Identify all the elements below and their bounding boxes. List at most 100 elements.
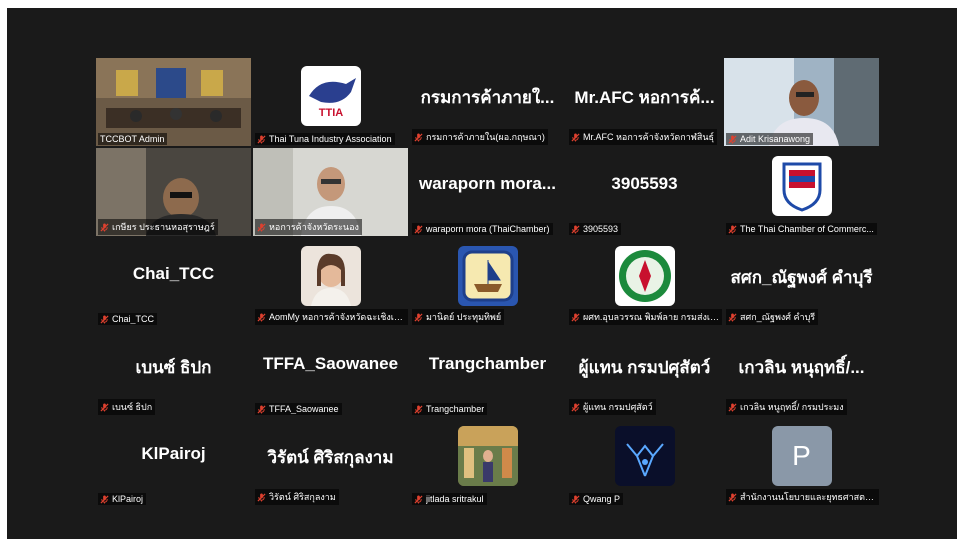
- muted-microphone-icon: [100, 222, 109, 232]
- participant-name-text: TFFA_Saowanee: [269, 404, 339, 414]
- svg-text:TTIA: TTIA: [318, 107, 342, 119]
- avatar-initial: P: [771, 426, 832, 486]
- muted-microphone-icon: [571, 312, 580, 322]
- participant-tile[interactable]: ผศท.อุบลวรรณ พิมพ์ลาย กรมส่งเสริ...: [567, 238, 722, 326]
- participant-tile[interactable]: ผู้แทน กรมปศุสัตว์ ผู้แทน กรมปศุสัตว์: [567, 328, 722, 416]
- muted-microphone-icon: [414, 404, 423, 414]
- participant-display-name: เกวลิน หนุฤทธิ์/...: [738, 358, 865, 377]
- participant-display-name: วิรัตน์ ศิริสกุลงาม: [267, 448, 394, 467]
- participant-tile[interactable]: TTIA Thai Tuna Industry Association: [253, 58, 408, 146]
- participant-tile[interactable]: 3905593 3905593: [567, 148, 722, 236]
- muted-microphone-icon: [414, 494, 423, 504]
- participant-tile[interactable]: Chai_TCC Chai_TCC: [96, 238, 251, 326]
- participant-name-text: Qwang P: [583, 494, 621, 504]
- participant-name-text: waraporn mora (ThaiChamber): [426, 224, 550, 234]
- green-seal-logo-icon: [614, 246, 675, 306]
- participant-tile[interactable]: waraporn mora... waraporn mora (ThaiChamb…: [410, 148, 565, 236]
- participant-name-text: jitlada sritrakul: [426, 494, 484, 504]
- muted-microphone-icon: [257, 134, 266, 144]
- participant-name-label: Adit Krisanawong: [726, 133, 814, 145]
- participant-name-label: TCCBOT Admin: [98, 133, 168, 145]
- participant-name-label: สศก_ณัฐพงศ์ คำบุรี: [726, 309, 819, 325]
- muted-microphone-icon: [100, 314, 109, 324]
- participant-tile[interactable]: เกษียร ประธานหอสุราษฎร์: [96, 148, 251, 236]
- participant-name-label: jitlada sritrakul: [412, 493, 487, 505]
- participant-name-text: Trangchamber: [426, 404, 485, 414]
- participant-name-label: ผศท.อุบลวรรณ พิมพ์ลาย กรมส่งเสริ...: [569, 309, 722, 325]
- participant-name-label: ผู้แทน กรมปศุสัตว์: [569, 399, 656, 415]
- muted-microphone-icon: [571, 494, 580, 504]
- participant-tile[interactable]: สศก_ณัฐพงศ์ คำบุรี สศก_ณัฐพงศ์ คำบุรี: [724, 238, 879, 326]
- muted-microphone-icon: [414, 132, 423, 142]
- participant-display-name: Mr.AFC หอการค้...: [574, 88, 715, 107]
- muted-microphone-icon: [728, 224, 737, 234]
- participant-name-text: The Thai Chamber of Commerc...: [740, 224, 874, 234]
- participant-tile[interactable]: Mr.AFC หอการค้... Mr.AFC หอการค้าจังหวัดก…: [567, 58, 722, 146]
- participant-tile[interactable]: TFFA_Saowanee TFFA_Saowanee: [253, 328, 408, 416]
- participant-tile[interactable]: P สำนักงานนโยบายและยุทธศาสตร์การ...: [724, 418, 879, 506]
- participant-name-text: Thai Tuna Industry Association: [269, 134, 392, 144]
- participant-tile[interactable]: AomMy หอการค้าจังหวัดฉะเชิงเทรา: [253, 238, 408, 326]
- participant-name-text: Adit Krisanawong: [740, 134, 811, 144]
- muted-microphone-icon: [257, 222, 266, 232]
- muted-microphone-icon: [257, 492, 266, 502]
- participant-name-label: Qwang P: [569, 493, 624, 505]
- participant-name-text: มานิตย์ ประทุมทิพย์: [426, 312, 502, 322]
- muted-microphone-icon: [571, 132, 580, 142]
- meeting-gallery: TCCBOT Admin TTIA Thai Tuna Industry Assoc…: [7, 8, 957, 539]
- participant-name-label: 3905593: [569, 223, 622, 235]
- participant-name-label: KlPairoj: [98, 493, 147, 505]
- participant-tile[interactable]: KlPairoj KlPairoj: [96, 418, 251, 506]
- participant-tile[interactable]: The Thai Chamber of Commerc...: [724, 148, 879, 236]
- muted-microphone-icon: [728, 312, 737, 322]
- participant-display-name: TFFA_Saowanee: [262, 354, 399, 373]
- stag-logo-icon: [614, 426, 675, 486]
- participant-tile[interactable]: เกวลิน หนุฤทธิ์/... เกวลิน หนูฤทธิ์/ กรมป…: [724, 328, 879, 416]
- participant-name-label: หอการค้าจังหวัดระนอง: [255, 219, 362, 235]
- participant-name-label: เบนซ์ ธิปก: [98, 399, 156, 415]
- participant-name-text: เกวลิน หนูฤทธิ์/ กรมประมง: [740, 402, 844, 412]
- participant-name-label: สำนักงานนโยบายและยุทธศาสตร์การ...: [726, 489, 879, 505]
- participant-tile[interactable]: jitlada sritrakul: [410, 418, 565, 506]
- participant-display-name: สศก_ณัฐพงศ์ คำบุรี: [730, 268, 873, 287]
- participant-display-name: เบนซ์ ธิปก: [135, 358, 212, 377]
- participant-name-text: AomMy หอการค้าจังหวัดฉะเชิงเทรา: [269, 312, 407, 322]
- participant-name-label: Trangchamber: [412, 403, 488, 415]
- participant-name-text: ผศท.อุบลวรรณ พิมพ์ลาย กรมส่งเสริ...: [583, 312, 721, 322]
- participant-name-label: waraporn mora (ThaiChamber): [412, 223, 553, 235]
- participant-name-text: วิรัตน์ ศิริสกุลงาม: [269, 492, 336, 502]
- participant-name-text: TCCBOT Admin: [100, 134, 165, 144]
- participant-name-text: หอการค้าจังหวัดระนอง: [269, 222, 359, 232]
- participant-name-label: เกษียร ประธานหอสุราษฎร์: [98, 219, 218, 235]
- participant-display-name: Trangchamber: [428, 354, 547, 373]
- participant-name-label: Chai_TCC: [98, 313, 158, 325]
- muted-microphone-icon: [728, 134, 737, 144]
- ttia-logo-icon: TTIA: [300, 66, 361, 126]
- participant-name-label: วิรัตน์ ศิริสกุลงาม: [255, 489, 339, 505]
- participant-display-name: Chai_TCC: [132, 264, 215, 283]
- participant-name-text: Mr.AFC หอการค้าจังหวัดกาฬสินธุ์: [583, 132, 715, 142]
- participant-name-label: กรมการค้าภายใน(ผอ.กฤษณา): [412, 129, 548, 145]
- participant-tile[interactable]: วิรัตน์ ศิริสกุลงาม วิรัตน์ ศิริสกุลงาม: [253, 418, 408, 506]
- muted-microphone-icon: [100, 402, 109, 412]
- muted-microphone-icon: [571, 224, 580, 234]
- participant-tile[interactable]: กรมการค้าภายใ... กรมการค้าภายใน(ผอ.กฤษณา): [410, 58, 565, 146]
- participant-name-text: กรมการค้าภายใน(ผอ.กฤษณา): [426, 132, 545, 142]
- muted-microphone-icon: [100, 494, 109, 504]
- participant-name-text: KlPairoj: [112, 494, 144, 504]
- participant-tile[interactable]: มานิตย์ ประทุมทิพย์: [410, 238, 565, 326]
- participant-name-text: 3905593: [583, 224, 619, 234]
- participant-tile[interactable]: เบนซ์ ธิปก เบนซ์ ธิปก: [96, 328, 251, 416]
- muted-microphone-icon: [571, 402, 580, 412]
- muted-microphone-icon: [414, 224, 423, 234]
- muted-microphone-icon: [728, 492, 737, 502]
- participant-tile[interactable]: Adit Krisanawong: [724, 58, 879, 146]
- participant-tile[interactable]: Qwang P: [567, 418, 722, 506]
- participant-name-label: Mr.AFC หอการค้าจังหวัดกาฬสินธุ์: [569, 129, 718, 145]
- participant-name-text: เกษียร ประธานหอสุราษฎร์: [112, 222, 215, 232]
- participant-name-text: สศก_ณัฐพงศ์ คำบุรี: [740, 312, 816, 322]
- participant-tile[interactable]: TCCBOT Admin: [96, 58, 251, 146]
- muted-microphone-icon: [257, 312, 266, 322]
- participant-tile[interactable]: Trangchamber Trangchamber: [410, 328, 565, 416]
- participant-tile[interactable]: หอการค้าจังหวัดระนอง: [253, 148, 408, 236]
